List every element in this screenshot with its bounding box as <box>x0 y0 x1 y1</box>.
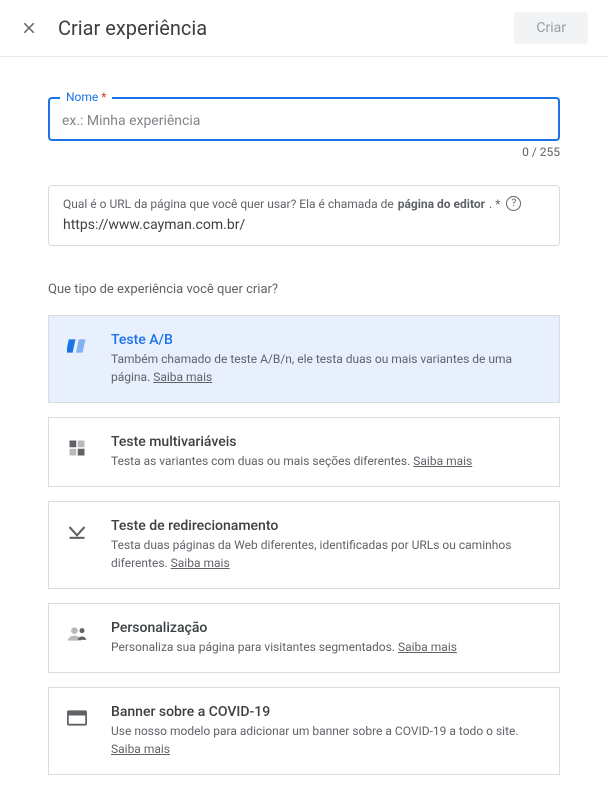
option-title: Teste A/B <box>111 332 543 348</box>
url-value: https://www.cayman.com.br/ <box>63 217 545 233</box>
help-icon[interactable]: ? <box>506 196 521 211</box>
option-body: Personalização Personaliza sua página pa… <box>111 620 543 656</box>
option-title: Teste multivariáveis <box>111 434 543 450</box>
content: Nome * 0 / 255 Qual é o URL da página qu… <box>0 57 608 809</box>
name-field-wrap[interactable]: Nome * <box>48 97 560 141</box>
option-desc: Personaliza sua página para visitantes s… <box>111 638 543 656</box>
option-body: Banner sobre a COVID-19 Use nosso modelo… <box>111 704 543 758</box>
option-desc: Testa as variantes com duas ou mais seçõ… <box>111 452 543 470</box>
name-input[interactable] <box>62 113 546 129</box>
option-desc: Também chamado de teste A/B/n, ele testa… <box>111 350 543 386</box>
name-label: Nome * <box>60 90 112 104</box>
option-title: Teste de redirecionamento <box>111 518 543 534</box>
header-left: Criar experiência <box>20 16 207 40</box>
option-body: Teste de redirecionamento Testa duas pág… <box>111 518 543 572</box>
learn-more-link[interactable]: Saiba mais <box>171 556 230 570</box>
person-icon <box>65 622 89 646</box>
option-body: Teste A/B Também chamado de teste A/B/n,… <box>111 332 543 386</box>
option-title: Personalização <box>111 620 543 636</box>
option-redirect[interactable]: Teste de redirecionamento Testa duas pág… <box>48 501 560 589</box>
name-counter: 0 / 255 <box>48 145 560 159</box>
grid-icon <box>65 436 89 460</box>
ab-test-icon <box>65 334 89 358</box>
type-question: Que tipo de experiência você quer criar? <box>48 282 560 297</box>
option-personalization[interactable]: Personalização Personaliza sua página pa… <box>48 603 560 673</box>
url-field-wrap[interactable]: Qual é o URL da página que você quer usa… <box>48 185 560 246</box>
option-desc: Testa duas páginas da Web diferentes, id… <box>111 536 543 572</box>
create-button[interactable]: Criar <box>514 12 588 44</box>
header: Criar experiência Criar <box>0 0 608 57</box>
option-ab-test[interactable]: Teste A/B Também chamado de teste A/B/n,… <box>48 315 560 403</box>
option-desc: Use nosso modelo para adicionar um banne… <box>111 722 543 758</box>
learn-more-link[interactable]: Saiba mais <box>111 742 170 756</box>
learn-more-link[interactable]: Saiba mais <box>413 454 472 468</box>
learn-more-link[interactable]: Saiba mais <box>398 640 457 654</box>
option-body: Teste multivariáveis Testa as variantes … <box>111 434 543 470</box>
option-covid-banner[interactable]: Banner sobre a COVID-19 Use nosso modelo… <box>48 687 560 775</box>
option-title: Banner sobre a COVID-19 <box>111 704 543 720</box>
url-label: Qual é o URL da página que você quer usa… <box>63 196 545 211</box>
page-title: Criar experiência <box>58 16 207 40</box>
redirect-icon <box>65 520 89 544</box>
banner-icon <box>65 706 89 730</box>
option-multivariate[interactable]: Teste multivariáveis Testa as variantes … <box>48 417 560 487</box>
learn-more-link[interactable]: Saiba mais <box>153 370 212 384</box>
close-icon[interactable] <box>20 19 38 37</box>
